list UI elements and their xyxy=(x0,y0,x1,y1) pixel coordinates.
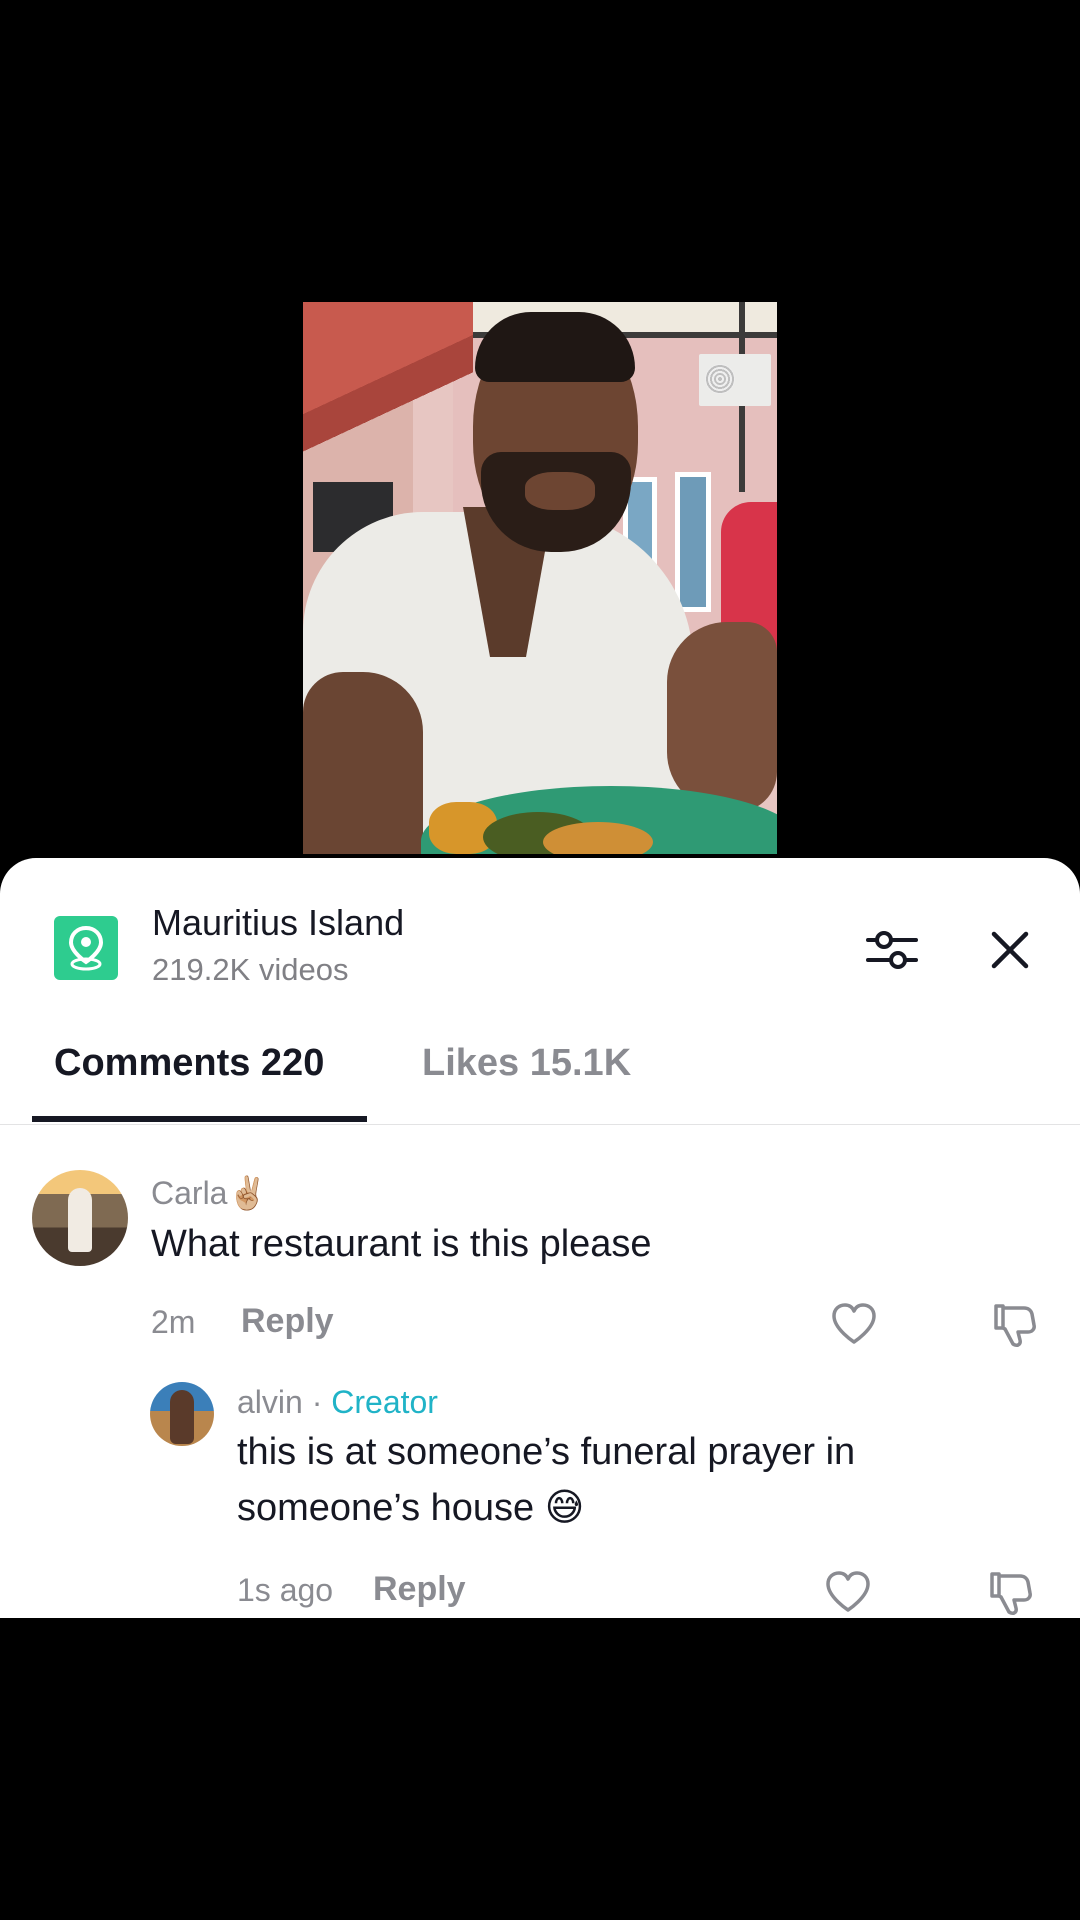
location-pin-icon[interactable] xyxy=(54,916,118,980)
dislike-button[interactable] xyxy=(984,1566,1036,1618)
video-roof-beam xyxy=(303,302,473,472)
location-video-count: 219.2K videos xyxy=(152,952,349,987)
video-right-hand xyxy=(667,622,777,812)
like-button[interactable] xyxy=(822,1566,874,1618)
avatar[interactable] xyxy=(32,1170,128,1266)
video-left-hand xyxy=(303,672,423,854)
close-button[interactable] xyxy=(984,924,1036,976)
comment-text: What restaurant is this please xyxy=(151,1223,652,1265)
overlay-emoji: 😭 xyxy=(511,224,569,280)
tabs-divider xyxy=(0,1124,1080,1125)
dislike-button[interactable] xyxy=(988,1298,1040,1350)
location-title[interactable]: Mauritius Island xyxy=(152,902,404,944)
video-man-hair xyxy=(475,312,635,382)
video-air-conditioner xyxy=(699,354,771,406)
heart-icon xyxy=(826,1571,870,1612)
close-icon xyxy=(991,931,1029,969)
username-emoji: ✌🏼 xyxy=(227,1174,268,1212)
username-separator: · xyxy=(302,1384,332,1420)
username-text: alvin xyxy=(237,1384,303,1420)
username-text: Carla xyxy=(151,1175,228,1211)
reply-username[interactable]: alvin · Creator xyxy=(237,1384,438,1421)
reply-text: this is at someone’s funeral prayer in s… xyxy=(237,1431,856,1529)
tab-comments[interactable]: Comments 220 xyxy=(54,1042,324,1085)
thumbs-down-icon xyxy=(994,1304,1036,1347)
reply-timestamp: 1s ago xyxy=(237,1572,334,1608)
heart-icon xyxy=(832,1303,876,1344)
tab-likes[interactable]: Likes 15.1K xyxy=(422,1042,631,1085)
thumbs-down-icon xyxy=(990,1572,1032,1615)
video-window xyxy=(675,472,711,612)
video-man-mouth xyxy=(525,472,595,510)
reply-button[interactable]: Reply xyxy=(241,1302,334,1341)
creator-badge: Creator xyxy=(331,1384,438,1420)
video-player[interactable] xyxy=(303,302,777,854)
comments-sheet: Mauritius Island 219.2K videos Comments … xyxy=(0,858,1080,1618)
filter-button[interactable] xyxy=(864,922,920,978)
video-food xyxy=(543,822,653,854)
comment-username[interactable]: Carla✌🏼 xyxy=(151,1174,267,1212)
reply-button[interactable]: Reply xyxy=(373,1570,466,1609)
avatar[interactable] xyxy=(150,1382,214,1446)
active-tab-indicator xyxy=(32,1116,367,1122)
like-button[interactable] xyxy=(828,1298,880,1350)
sliders-icon xyxy=(866,931,918,969)
comment-timestamp: 2m xyxy=(151,1304,196,1340)
